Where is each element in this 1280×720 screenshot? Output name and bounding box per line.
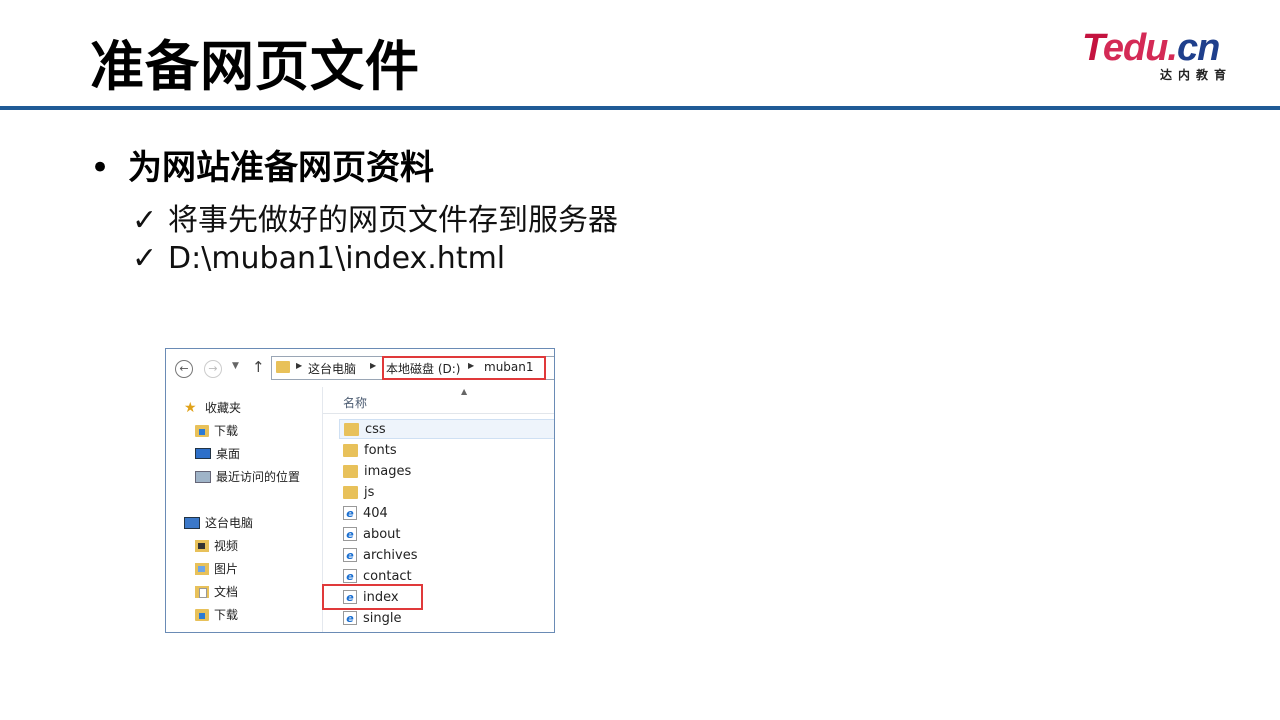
address-bar[interactable]: ▶ 这台电脑 ▶ 本地磁盘 (D:) ▶ muban1 [271,356,554,380]
bullet-dot: • [90,148,111,188]
download-folder-icon [195,424,209,437]
sub-bullet-text: D:\muban1\index.html [168,241,506,276]
column-header-name[interactable]: ▲ 名称 [323,387,554,414]
chevron-right-icon[interactable]: ▶ [370,361,376,370]
sub-bullet-2: ✓ D:\muban1\index.html [132,241,505,276]
address-highlight-box [382,356,546,380]
desktop-icon [195,448,211,459]
file-row-fonts[interactable]: fonts [339,440,554,460]
computer-icon [184,516,200,529]
video-folder-icon [195,539,209,552]
arrow-up-icon[interactable]: ↑ [252,358,265,376]
chevron-right-icon[interactable]: ▶ [296,361,302,370]
arrow-left-icon: ← [179,362,189,375]
file-row-contact[interactable]: e contact [339,566,554,586]
download-folder-icon [195,608,209,621]
title-divider [0,106,1280,110]
nav-item-videos[interactable]: 视频 [195,537,238,554]
file-row-images[interactable]: images [339,461,554,481]
file-name: images [364,463,412,479]
file-explorer-screenshot: ← → ▼ ↑ ▶ 这台电脑 ▶ 本地磁盘 (D:) ▶ muban1 ★ 收藏… [165,348,555,633]
file-name: js [364,484,375,500]
ie-html-file-icon: e [343,527,357,541]
file-name: contact [363,568,412,584]
star-icon: ★ [184,399,197,416]
nav-item-pictures[interactable]: 图片 [195,560,238,577]
main-bullet-text: 为网站准备网页资料 [128,148,434,188]
ie-html-file-icon: e [343,569,357,583]
chevron-down-icon[interactable]: ▼ [232,361,239,371]
nav-this-pc[interactable]: 这台电脑 [184,514,253,531]
nav-label: 视频 [214,539,239,553]
check-icon: ✓ [132,203,158,238]
nav-item-recent[interactable]: 最近访问的位置 [195,468,300,485]
folder-icon [343,464,358,478]
file-row-archives[interactable]: e archives [339,545,554,565]
file-row-single[interactable]: e single [339,608,554,628]
recent-places-icon [195,470,211,483]
file-row-js[interactable]: js [339,482,554,502]
folder-icon [343,485,358,499]
nav-item-desktop[interactable]: 桌面 [195,445,240,462]
forward-button[interactable]: → [204,360,222,378]
nav-item-downloads[interactable]: 下载 [195,422,238,439]
nav-label: 这台电脑 [205,516,254,530]
file-name: fonts [364,442,397,458]
navigation-pane: ★ 收藏夹 下载 桌面 最近访问的位置 这台电脑 视频 图片 文档 下载 [166,387,321,632]
check-icon: ✓ [132,241,158,276]
nav-item-downloads-pc[interactable]: 下载 [195,606,238,623]
nav-label: 文档 [214,585,239,599]
file-name: css [365,421,386,437]
sub-bullet-1: ✓ 将事先做好的网页文件存到服务器 [132,195,618,239]
folder-icon [276,361,290,373]
nav-label: 最近访问的位置 [216,470,301,484]
logo-wordmark: Tedu.cn [1082,27,1238,69]
file-name: 404 [363,505,388,521]
file-list-pane: ▲ 名称 css fonts images js e 404 e about e [322,387,554,632]
nav-label: 下载 [214,608,239,622]
ie-html-file-icon: e [343,506,357,520]
file-name: archives [363,547,418,563]
folder-icon [344,422,359,436]
documents-folder-icon [195,585,209,598]
sort-ascending-icon: ▲ [461,387,468,396]
sub-bullet-text: 将事先做好的网页文件存到服务器 [168,203,618,238]
nav-label: 图片 [214,562,239,576]
file-row-404[interactable]: e 404 [339,503,554,523]
nav-label: 收藏夹 [205,401,242,415]
logo-edu: edu. [1102,27,1178,69]
column-header-label: 名称 [343,396,368,410]
main-bullet: • 为网站准备网页资料 [90,140,434,189]
logo-subtitle: 达内教育 [1160,68,1233,82]
slide-title: 准备网页文件 [90,35,420,98]
nav-label: 桌面 [216,447,241,461]
nav-label: 下载 [214,424,239,438]
pictures-folder-icon [195,562,209,575]
nav-favorites[interactable]: ★ 收藏夹 [184,399,241,416]
file-row-css[interactable]: css [339,419,554,439]
logo-t: T [1082,27,1104,69]
folder-icon [343,443,358,457]
arrow-right-icon: → [208,362,218,375]
file-name: single [363,610,402,626]
breadcrumb-this-pc[interactable]: 这台电脑 [308,360,356,377]
logo-cn: cn [1176,27,1220,69]
tedu-logo: Tedu.cn 达内教育 [1082,27,1238,86]
ie-html-file-icon: e [343,611,357,625]
file-row-about[interactable]: e about [339,524,554,544]
explorer-toolbar: ← → ▼ ↑ ▶ 这台电脑 ▶ 本地磁盘 (D:) ▶ muban1 [166,349,554,387]
index-highlight-box [322,584,423,610]
nav-item-documents[interactable]: 文档 [195,583,238,600]
ie-html-file-icon: e [343,548,357,562]
back-button[interactable]: ← [175,360,193,378]
file-name: about [363,526,401,542]
